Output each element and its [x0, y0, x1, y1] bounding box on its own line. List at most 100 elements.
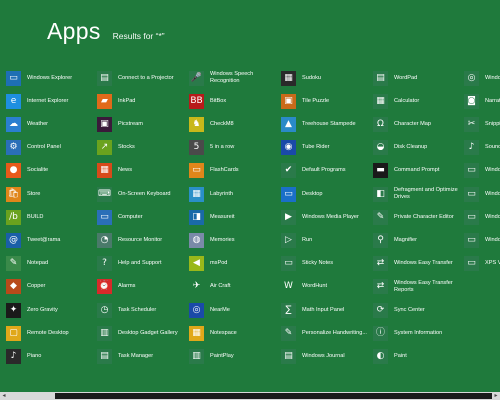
system-information-icon: ⓘ [373, 325, 388, 341]
app-tile[interactable]: ✎ Private Character Editor [373, 207, 461, 227]
powershell-ise-icon: ▭ [464, 232, 479, 248]
app-tile[interactable]: ▥ PaintPlay [189, 346, 277, 366]
app-tile[interactable]: ⇄ Windows Easy Transfer [373, 254, 461, 274]
app-tile[interactable]: ▦ Labyrinth [189, 184, 277, 204]
apps-grid: ▭ Windows Explorer e Internet Explorer ☁ Weat… [0, 0, 500, 392]
app-tile[interactable]: ▭ Windo [464, 184, 500, 204]
app-tile[interactable]: ⟳ Sync Center [373, 300, 461, 320]
app-tile-label: Internet Explorer [27, 97, 69, 104]
app-tile[interactable]: ▦ Notespace [189, 323, 277, 343]
app-tile[interactable]: ▭ Windo ISE [464, 230, 500, 250]
app-tile[interactable]: ◎ Windo Assista [464, 68, 500, 88]
easy-transfer-icon: ⇄ [373, 256, 388, 272]
stocks-icon: ↗ [97, 140, 112, 156]
app-tile[interactable]: ▭ Windo [464, 207, 500, 227]
app-tile[interactable]: ↗ Stocks [97, 138, 185, 158]
app-tile[interactable]: ⌨ On-Screen Keyboard [97, 184, 185, 204]
app-tile[interactable]: ✎ Notepad [6, 254, 94, 274]
app-tile[interactable]: ◒ Disk Cleanup [373, 138, 461, 158]
app-tile[interactable]: ◐ Paint [373, 346, 461, 366]
app-tile[interactable]: ◙ Narrat [464, 91, 500, 111]
app-tile[interactable]: ▭ Windo [464, 161, 500, 181]
sudoku-icon: ▦ [281, 70, 296, 86]
app-tile-label: Picstream [118, 120, 143, 127]
app-tile[interactable]: ∑ Math Input Panel [281, 300, 369, 320]
app-tile[interactable]: ▭ XPS Vi [464, 254, 500, 274]
app-tile[interactable]: ▬ Command Prompt [373, 161, 461, 181]
app-tile[interactable]: ▲ Treehouse Stampede [281, 114, 369, 134]
app-tile[interactable]: ⓘ System Information [373, 323, 461, 343]
app-tile[interactable]: ◧ Defragment and Optimize Drives [373, 184, 461, 204]
app-tile[interactable]: 🛍 Store [6, 184, 94, 204]
app-tile[interactable]: ▤ WordPad [373, 68, 461, 88]
app-tile[interactable]: ⚲ Magnifier [373, 230, 461, 250]
app-tile[interactable]: ◨ Measureit [189, 207, 277, 227]
app-tile[interactable]: ▥ Desktop Gadget Gallery [97, 323, 185, 343]
app-tile[interactable]: ▭ Windows Explorer [6, 68, 94, 88]
checkm8-icon: ♞ [189, 116, 204, 132]
app-tile[interactable]: ✈ Air Craft [189, 277, 277, 297]
app-tile[interactable]: ⇄ Windows Easy Transfer Reports [373, 277, 461, 297]
app-tile[interactable]: ▣ Tile Puzzle [281, 91, 369, 111]
app-tile-label: InkPad [118, 97, 136, 104]
app-tile[interactable]: ◔ Resource Monitor [97, 230, 185, 250]
app-tile[interactable]: ▦ News [97, 161, 185, 181]
math-input-icon: ∑ [281, 302, 296, 318]
app-tile[interactable]: ▭ Sticky Notes [281, 254, 369, 274]
scrollbar-thumb[interactable] [55, 393, 495, 399]
app-tile[interactable]: ▦ Sudoku [281, 68, 369, 88]
app-tile-label: CheckM8 [210, 120, 234, 127]
app-tile[interactable]: ♪ Sound [464, 138, 500, 158]
app-tile[interactable]: ▭ Computer [97, 207, 185, 227]
app-tile[interactable]: ♪ Piano [6, 346, 94, 366]
app-tile[interactable]: ⚙ Control Panel [6, 138, 94, 158]
tile-puzzle-icon: ▣ [281, 93, 296, 109]
scroll-right-arrow[interactable]: ▸ [492, 392, 500, 400]
app-tile-label: Remote Desktop [27, 329, 69, 336]
app-tile[interactable]: e Internet Explorer [6, 91, 94, 111]
app-tile[interactable]: W WordHunt [281, 277, 369, 297]
app-tile-label: Windows Speech Recognition [210, 71, 254, 84]
app-tile[interactable]: ▤ Connect to a Projector [97, 68, 185, 88]
app-tile[interactable]: /b BUILD [6, 207, 94, 227]
app-tile[interactable]: ◆ Copper [6, 277, 94, 297]
app-tile[interactable]: ▷ Run [281, 230, 369, 250]
app-tile[interactable]: ☁ Weather [6, 114, 94, 134]
app-tile[interactable]: ♞ CheckM8 [189, 114, 277, 134]
app-tile[interactable]: ◷ Task Scheduler [97, 300, 185, 320]
app-tile-label: Windows Journal [302, 352, 345, 359]
app-tile[interactable]: ▢ Remote Desktop [6, 323, 94, 343]
app-tile-label: Disk Cleanup [394, 144, 428, 151]
app-tile[interactable]: ? Help and Support [97, 254, 185, 274]
horizontal-scrollbar[interactable]: ◂ ▸ [0, 392, 500, 400]
app-tile[interactable]: ▣ Picstream [97, 114, 185, 134]
app-tile[interactable]: ◀ msPod [189, 254, 277, 274]
app-tile[interactable]: ▭ FlashCards [189, 161, 277, 181]
app-tile-label: Tile Puzzle [302, 97, 330, 104]
app-tile[interactable]: Ω Character Map [373, 114, 461, 134]
app-tile[interactable]: 🎤 Windows Speech Recognition [189, 68, 277, 88]
app-tile[interactable]: ◎ NearMe [189, 300, 277, 320]
app-tile[interactable]: ▦ Calculator [373, 91, 461, 111]
app-tile[interactable]: 5 5 in a row [189, 138, 277, 158]
app-tile[interactable]: ◍ Memories [189, 230, 277, 250]
app-tile-label: Windows Easy Transfer [394, 260, 453, 267]
task-scheduler-icon: ◷ [97, 302, 112, 318]
scroll-left-arrow[interactable]: ◂ [0, 392, 8, 400]
app-tile[interactable]: ✂ Snippi [464, 114, 500, 134]
app-tile[interactable]: ◉ Tube Rider [281, 138, 369, 158]
resource-monitor-icon: ◔ [97, 232, 112, 248]
app-tile[interactable]: ▭ Desktop [281, 184, 369, 204]
app-tile[interactable]: ● Socialite [6, 161, 94, 181]
app-tile[interactable]: ✔ Default Programs [281, 161, 369, 181]
app-tile[interactable]: ⏰ Alarms [97, 277, 185, 297]
app-tile[interactable]: ▰ InkPad [97, 91, 185, 111]
app-tile[interactable]: ▶ Windows Media Player [281, 207, 369, 227]
app-tile[interactable]: ▤ Windows Journal [281, 346, 369, 366]
app-tile[interactable]: ✎ Personalize Handwriting... [281, 323, 369, 343]
app-tile[interactable]: ✦ Zero Gravity [6, 300, 94, 320]
app-tile[interactable]: BB BitBox [189, 91, 277, 111]
app-tile[interactable]: ▤ Task Manager [97, 346, 185, 366]
app-tile[interactable]: @ Tweet@rama [6, 230, 94, 250]
projector-icon: ▤ [97, 70, 112, 86]
